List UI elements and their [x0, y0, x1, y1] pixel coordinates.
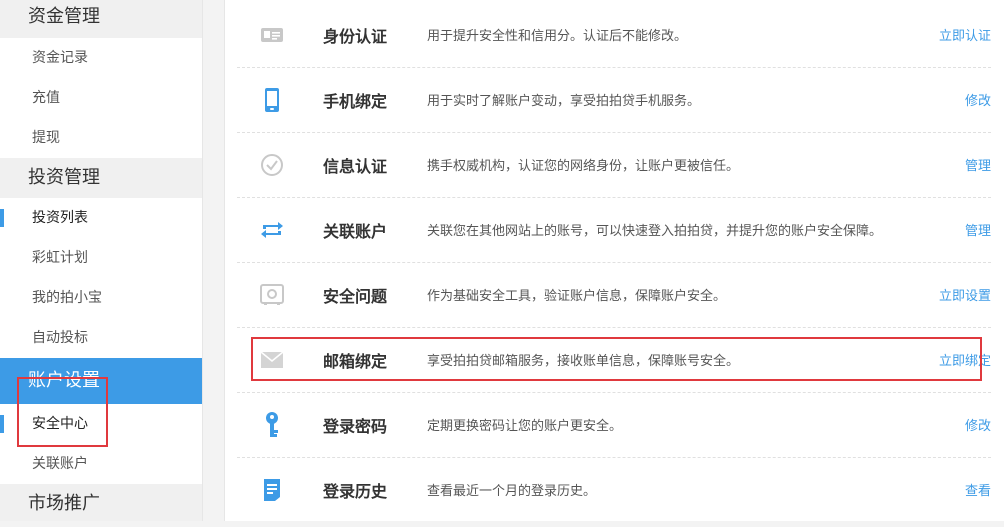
row-title: 信息认证 [323, 157, 388, 176]
row-description: 关联您在其他网站上的账号，可以快速登入拍拍贷，并提升您的账户安全保障。 [427, 224, 883, 239]
security-row-identity: 身份认证 用于提升安全性和信用分。认证后不能修改。 立即认证 [237, 2, 991, 68]
security-row-info-verify: 信息认证 携手权威机构，认证您的网络身份，让账户更被信任。 管理 [237, 132, 991, 198]
bind-email-link[interactable]: 立即绑定 [939, 327, 991, 397]
security-row-login-history: 登录历史 查看最近一个月的登录历史。 查看 [237, 457, 991, 522]
security-row-mobile: 手机绑定 用于实时了解账户变动，享受拍拍贷手机服务。 修改 [237, 67, 991, 133]
verify-now-link[interactable]: 立即认证 [939, 2, 991, 72]
row-title: 登录历史 [323, 482, 388, 501]
sidebar-item-rainbow-plan[interactable]: 彩虹计划 [0, 238, 202, 278]
link-arrows-icon [259, 217, 285, 243]
set-question-link[interactable]: 立即设置 [939, 262, 991, 332]
security-row-email: 邮箱绑定 享受拍拍贷邮箱服务，接收账单信息，保障账号安全。 立即绑定 [237, 327, 991, 393]
key-icon [259, 412, 285, 438]
row-description: 用于提升安全性和信用分。认证后不能修改。 [427, 29, 688, 44]
sidebar-section-account-settings[interactable]: 账户设置 [0, 358, 202, 404]
sidebar-item-fund-records[interactable]: 资金记录 [0, 38, 202, 78]
manage-linked-link[interactable]: 管理 [965, 197, 991, 267]
envelope-icon [259, 347, 285, 373]
security-center-panel: 身份认证 用于提升安全性和信用分。认证后不能修改。 立即认证 手机绑定 用于实时… [224, 0, 1004, 521]
sidebar-item-linked-accounts[interactable]: 关联账户 [0, 444, 202, 484]
mobile-phone-icon [259, 87, 285, 113]
row-description: 查看最近一个月的登录历史。 [427, 484, 597, 499]
sidebar: 资金管理 资金记录 充值 提现 投资管理 投资列表 彩虹计划 我的拍小宝 自动投… [0, 0, 203, 521]
row-title: 邮箱绑定 [323, 352, 388, 371]
view-history-link[interactable]: 查看 [965, 457, 991, 527]
sidebar-section-funds[interactable]: 资金管理 [0, 0, 202, 38]
row-title: 身份认证 [323, 27, 388, 46]
modify-password-link[interactable]: 修改 [965, 392, 991, 462]
check-circle-icon [259, 152, 285, 178]
row-title: 登录密码 [323, 417, 388, 436]
row-title: 关联账户 [323, 222, 388, 241]
id-card-icon [259, 22, 285, 48]
sidebar-section-marketing[interactable]: 市场推广 [0, 484, 202, 521]
sidebar-item-auto-bid[interactable]: 自动投标 [0, 318, 202, 358]
sidebar-item-security-center[interactable]: 安全中心 [0, 404, 202, 444]
row-title: 安全问题 [323, 287, 388, 306]
modify-mobile-link[interactable]: 修改 [965, 67, 991, 137]
security-row-question: 安全问题 作为基础安全工具，验证账户信息，保障账户安全。 立即设置 [237, 262, 991, 328]
sidebar-item-investment-list[interactable]: 投资列表 [0, 198, 202, 238]
row-description: 作为基础安全工具，验证账户信息，保障账户安全。 [427, 289, 727, 304]
manage-info-link[interactable]: 管理 [965, 132, 991, 202]
sidebar-item-recharge[interactable]: 充值 [0, 78, 202, 118]
row-description: 定期更换密码让您的账户更安全。 [427, 419, 623, 434]
document-icon [259, 477, 285, 503]
row-description: 享受拍拍贷邮箱服务，接收账单信息，保障账号安全。 [427, 354, 740, 369]
row-title: 手机绑定 [323, 92, 388, 111]
security-row-password: 登录密码 定期更换密码让您的账户更安全。 修改 [237, 392, 991, 458]
sidebar-item-withdraw[interactable]: 提现 [0, 118, 202, 158]
row-description: 用于实时了解账户变动，享受拍拍贷手机服务。 [427, 94, 701, 109]
security-row-linked: 关联账户 关联您在其他网站上的账号，可以快速登入拍拍贷，并提升您的账户安全保障。… [237, 197, 991, 263]
sidebar-section-investment[interactable]: 投资管理 [0, 158, 202, 198]
sidebar-item-my-paixiaobao[interactable]: 我的拍小宝 [0, 278, 202, 318]
row-description: 携手权威机构，认证您的网络身份，让账户更被信任。 [427, 159, 740, 174]
safe-box-icon [259, 282, 285, 308]
